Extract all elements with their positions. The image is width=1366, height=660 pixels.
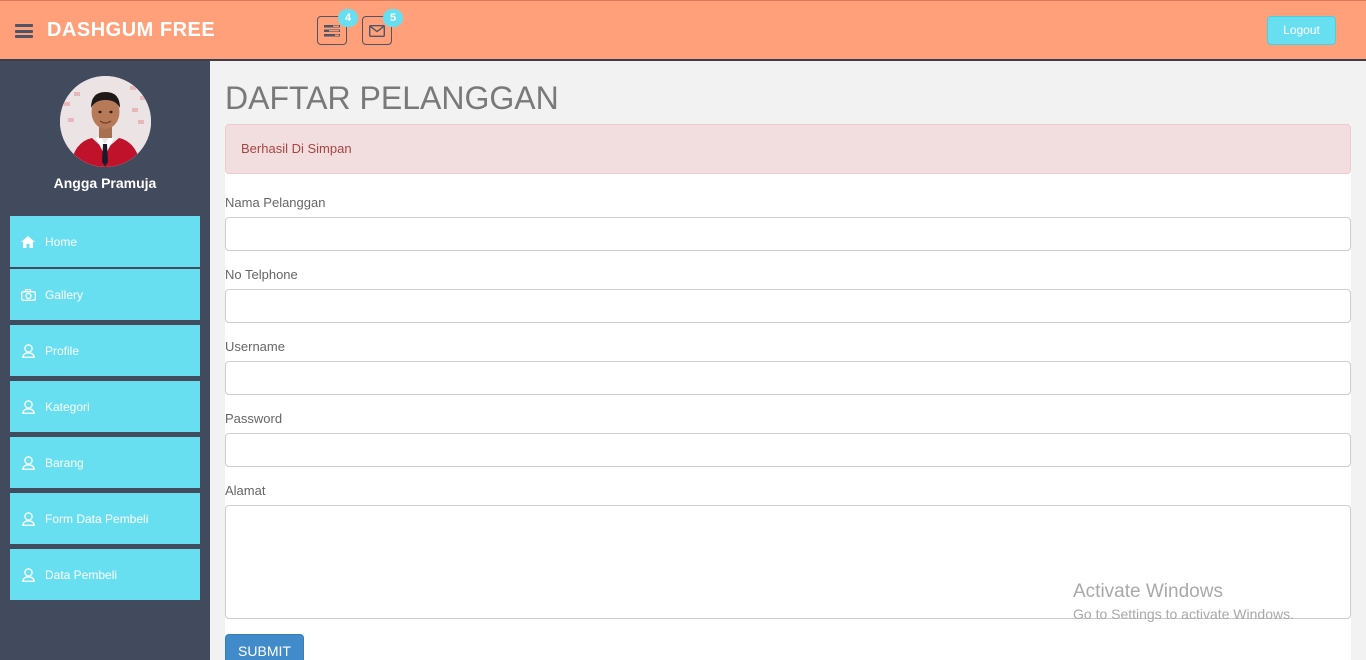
alamat-textarea[interactable] xyxy=(225,505,1351,619)
no-telphone-label: No Telphone xyxy=(225,267,298,282)
no-telphone-input[interactable] xyxy=(225,289,1351,323)
menu-toggle-icon[interactable] xyxy=(15,24,33,38)
sidebar-item-label: Home xyxy=(45,234,78,249)
alamat-label: Alamat xyxy=(225,483,266,498)
user-icon xyxy=(20,567,36,583)
sidebar-item-label: Kategori xyxy=(45,399,90,414)
username-input[interactable] xyxy=(225,361,1351,395)
submit-button[interactable]: SUBMIT xyxy=(225,634,304,660)
nama-pelanggan-input[interactable] xyxy=(225,217,1351,251)
envelope-icon xyxy=(369,24,385,37)
mail-button[interactable]: 5 xyxy=(362,9,403,45)
sidebar-item-label: Gallery xyxy=(45,287,84,302)
sidebar-item-label: Barang xyxy=(45,455,84,470)
user-icon xyxy=(20,399,36,415)
sidebar-item-gallery[interactable]: Gallery xyxy=(10,269,200,320)
logout-button[interactable]: Logout xyxy=(1267,16,1336,45)
password-label: Password xyxy=(225,411,283,426)
user-icon xyxy=(20,343,36,359)
sidebar-item-label: Profile xyxy=(45,343,80,358)
username-label: Username xyxy=(225,339,285,354)
main-content: DAFTAR PELANGGAN Berhasil Di Simpan Nama… xyxy=(210,61,1366,660)
user-icon xyxy=(20,511,36,527)
sidebar-item-form-data-pembeli[interactable]: Form Data Pembeli xyxy=(10,493,200,544)
page-title: DAFTAR PELANGGAN xyxy=(225,80,559,116)
nama-pelanggan-label: Nama Pelanggan xyxy=(225,195,326,210)
success-alert: Berhasil Di Simpan xyxy=(225,124,1351,174)
avatar[interactable] xyxy=(60,76,151,167)
sidebar-item-label: Form Data Pembeli xyxy=(45,511,149,526)
brand-logo[interactable]: DASHGUM FREE xyxy=(47,19,215,42)
sidebar-item-label: Data Pembeli xyxy=(45,567,118,582)
camera-icon xyxy=(20,287,36,303)
sidebar-item-home[interactable]: Home xyxy=(10,216,200,267)
sidebar: Angga Pramuja Home Gallery Profile Kateg… xyxy=(0,61,210,660)
sidebar-item-data-pembeli[interactable]: Data Pembeli xyxy=(10,549,200,600)
top-header: DASHGUM FREE 4 5 Logout xyxy=(0,0,1366,61)
mail-badge: 5 xyxy=(383,9,403,27)
user-icon xyxy=(20,455,36,471)
sidebar-item-kategori[interactable]: Kategori xyxy=(10,381,200,432)
password-input[interactable] xyxy=(225,433,1351,467)
sidebar-item-profile[interactable]: Profile xyxy=(10,325,200,376)
tasks-button[interactable]: 4 xyxy=(317,9,358,45)
tasks-badge: 4 xyxy=(338,9,358,27)
user-name: Angga Pramuja xyxy=(53,175,157,191)
tasks-icon xyxy=(324,24,340,36)
sidebar-item-barang[interactable]: Barang xyxy=(10,437,200,488)
home-icon xyxy=(20,234,36,250)
